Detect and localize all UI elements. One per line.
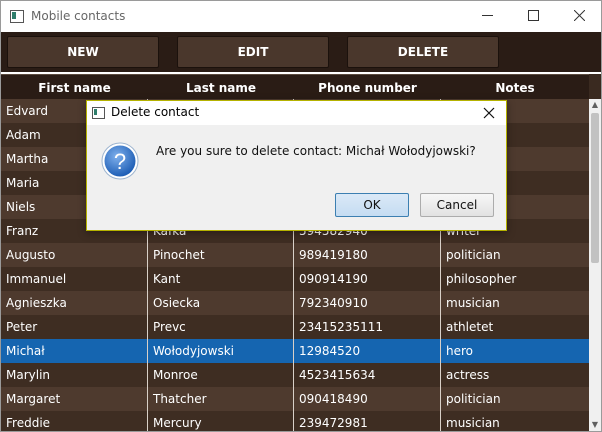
table-row[interactable]: Michał Wołodyjowski 12984520 hero: [1, 339, 589, 363]
table-cell: Kant: [148, 267, 294, 291]
table-cell: 090914190: [294, 267, 441, 291]
scroll-up-icon[interactable]: ▲: [589, 99, 601, 111]
close-icon: [573, 9, 585, 22]
table-cell: athletet: [446, 320, 494, 334]
maximize-button[interactable]: [510, 1, 556, 32]
app-icon: [10, 10, 24, 23]
delete-contact-dialog: Delete contact ? Are you sure to delete …: [86, 100, 507, 231]
table-cell: Margaret: [1, 387, 148, 411]
table-cell: Monroe: [148, 363, 294, 387]
table-cell: politician: [446, 392, 501, 406]
table-row[interactable]: Agnieszka Osiecka 792340910 musician: [1, 291, 589, 315]
delete-button[interactable]: DELETE: [347, 36, 499, 68]
column-header-last-name[interactable]: Last name: [148, 75, 294, 100]
dialog-message: Are you sure to delete contact: Michał W…: [156, 144, 476, 158]
close-icon: [483, 107, 495, 119]
table-cell: Thatcher: [148, 387, 294, 411]
table-cell: 12984520: [294, 339, 441, 363]
table-cell: Immanuel: [1, 267, 148, 291]
table-cell: musician: [446, 296, 500, 310]
cancel-button[interactable]: Cancel: [420, 193, 494, 217]
table-cell: actress: [446, 368, 490, 382]
table-row[interactable]: Augusto Pinochet 989419180 politician: [1, 243, 589, 267]
table-cell: 23415235111: [294, 315, 441, 339]
minimize-button[interactable]: [464, 1, 510, 32]
toolbar: NEW EDIT DELETE: [1, 32, 601, 72]
maximize-icon: [527, 10, 539, 21]
edit-button[interactable]: EDIT: [177, 36, 329, 68]
table-cell: philosopher: [446, 272, 517, 286]
table-cell: Michał: [1, 339, 148, 363]
table-cell: Marylin: [1, 363, 148, 387]
dialog-title: Delete contact: [111, 105, 200, 119]
table-cell: Agnieszka: [1, 291, 148, 315]
column-header-phone-number[interactable]: Phone number: [294, 75, 441, 100]
table-cell: Peter: [1, 315, 148, 339]
dialog-close-button[interactable]: [479, 104, 499, 122]
dialog-body: ? Are you sure to delete contact: Michał…: [87, 125, 506, 230]
table-row[interactable]: Peter Prevc 23415235111 athletet: [1, 315, 589, 339]
table-cell: hero: [446, 344, 473, 358]
close-button[interactable]: [556, 1, 601, 32]
table-cell: politician: [446, 248, 501, 262]
table-cell: Augusto: [1, 243, 148, 267]
table-cell: 4523415634: [294, 363, 441, 387]
scroll-down-icon[interactable]: ▼: [589, 419, 601, 431]
table-cell: Freddie: [1, 411, 148, 431]
table-cell: 239472981: [294, 411, 441, 431]
column-header-first-name[interactable]: First name: [1, 75, 148, 100]
column-header-notes[interactable]: Notes: [441, 75, 589, 100]
new-button[interactable]: NEW: [7, 36, 159, 68]
table-row[interactable]: Immanuel Kant 090914190 philosopher: [1, 267, 589, 291]
table-cell: Wołodyjowski: [148, 339, 294, 363]
title-bar: Mobile contacts: [1, 1, 601, 32]
dialog-title-bar: Delete contact: [87, 101, 506, 125]
dialog-app-icon: [92, 107, 105, 119]
table-cell: Prevc: [148, 315, 294, 339]
table-cell: Osiecka: [148, 291, 294, 315]
ok-button[interactable]: OK: [335, 193, 409, 217]
table-cell: 792340910: [294, 291, 441, 315]
table-cell: Mercury: [148, 411, 294, 431]
table-cell: musician: [446, 416, 500, 430]
scrollbar-thumb[interactable]: [591, 113, 599, 263]
window-title: Mobile contacts: [31, 9, 126, 23]
svg-text:?: ?: [114, 149, 126, 174]
table-row[interactable]: Freddie Mercury 239472981 musician: [1, 411, 589, 431]
table-header: First name Last name Phone number Notes: [1, 74, 589, 100]
table-cell: 989419180: [294, 243, 441, 267]
table-cell: 090418490: [294, 387, 441, 411]
table-cell: Pinochet: [148, 243, 294, 267]
table-row[interactable]: Margaret Thatcher 090418490 politician: [1, 387, 589, 411]
vertical-scrollbar[interactable]: ▲ ▼: [589, 99, 601, 431]
question-icon: ?: [101, 142, 139, 180]
minimize-icon: [481, 15, 493, 16]
table-row[interactable]: Marylin Monroe 4523415634 actress: [1, 363, 589, 387]
